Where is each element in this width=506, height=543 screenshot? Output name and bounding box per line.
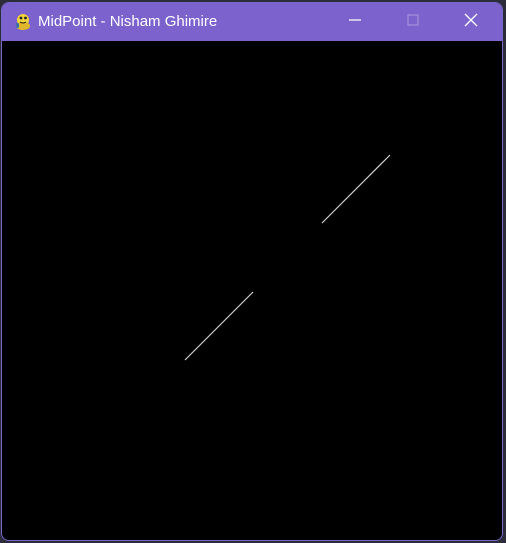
maximize-button[interactable]	[390, 3, 436, 41]
maximize-icon	[406, 13, 420, 32]
close-button[interactable]	[448, 3, 494, 41]
line-segment-lower	[184, 291, 254, 361]
line-segment-upper	[321, 154, 391, 224]
drawing-canvas[interactable]	[2, 41, 502, 540]
minimize-icon	[348, 13, 362, 32]
close-icon	[464, 13, 478, 32]
minimize-button[interactable]	[332, 3, 378, 41]
python-snake-icon	[13, 11, 33, 31]
app-window: MidPoint - Nisham Ghimire	[1, 2, 503, 541]
window-title: MidPoint - Nisham Ghimire	[38, 13, 218, 30]
canvas-drawing	[184, 154, 391, 361]
title-bar[interactable]: MidPoint - Nisham Ghimire	[2, 3, 502, 41]
